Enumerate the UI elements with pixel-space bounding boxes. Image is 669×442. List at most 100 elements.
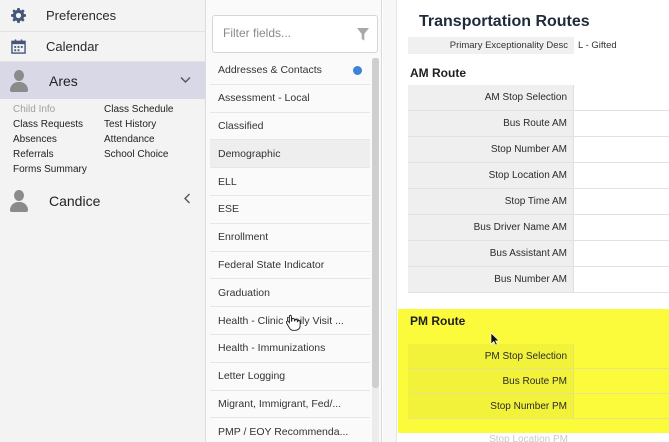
filter-box: [212, 15, 378, 53]
panel-collapse-gutter[interactable]: [383, 0, 397, 442]
field-value: [574, 111, 669, 136]
field-value: [574, 215, 669, 240]
field-category-label: Demographic: [218, 147, 281, 160]
field-value: [574, 137, 669, 162]
field-label: Bus Route AM: [408, 111, 574, 136]
link-class-requests[interactable]: Class Requests: [13, 119, 104, 130]
field-category-list: Addresses & Contacts Assessment - Local Cl…: [210, 57, 370, 442]
am-route-heading: AM Route: [410, 66, 466, 80]
nav-preferences-label: Preferences: [46, 8, 117, 23]
field-category-item[interactable]: Demographic: [210, 140, 370, 169]
field-category-item[interactable]: Addresses & Contacts: [210, 57, 370, 85]
field-value: [574, 241, 669, 266]
field-category-item[interactable]: Migrant, Immigrant, Fed/...: [210, 390, 370, 419]
field-label: Bus Driver Name AM: [408, 215, 574, 240]
route-field-row: PM Stop Selection: [408, 344, 669, 369]
filter-fields-input[interactable]: [223, 26, 343, 40]
route-field-row: Stop Location AM: [408, 163, 669, 189]
field-category-item[interactable]: Letter Logging: [210, 362, 370, 391]
chevron-down-icon[interactable]: [180, 72, 191, 87]
field-value: L - Gifted: [578, 40, 617, 51]
field-category-item[interactable]: ELL: [210, 168, 370, 196]
avatar: [9, 189, 29, 213]
status-dot-icon: [353, 66, 362, 75]
route-field-row: Stop Number PM: [408, 394, 669, 419]
field-label: Stop Time AM: [408, 189, 574, 214]
route-field-row: Bus Route AM: [408, 111, 669, 137]
pm-route-highlight: PM Route PM Stop Selection Bus Route PM St…: [398, 309, 669, 433]
page-title: Transportation Routes: [419, 13, 590, 30]
field-category-label: Migrant, Immigrant, Fed/...: [218, 397, 342, 410]
route-field-row: Stop Number AM: [408, 137, 669, 163]
field-category-item[interactable]: ESE: [210, 195, 370, 224]
field-category-panel: Addresses & Contacts Assessment - Local Cl…: [206, 0, 382, 442]
nav-calendar-label: Calendar: [46, 39, 99, 54]
am-route-table: AM Stop Selection Bus Route AM Stop Number…: [408, 85, 669, 293]
field-label: Stop Location PM: [489, 434, 568, 442]
field-category-label: Enrollment: [218, 231, 269, 244]
filter-funnel-icon[interactable]: [357, 28, 369, 41]
pm-route-heading: PM Route: [410, 314, 466, 328]
field-value: [574, 369, 669, 393]
field-label: Stop Number AM: [408, 137, 574, 162]
field-label: Stop Location AM: [408, 163, 574, 188]
route-field-row: Bus Driver Name AM: [408, 215, 669, 241]
field-value: [574, 189, 669, 214]
field-category-label: Graduation: [218, 286, 270, 299]
link-school-choice[interactable]: School Choice: [104, 149, 204, 160]
arrow-cursor-icon: [490, 332, 500, 346]
field-label: Bus Assistant AM: [408, 241, 574, 266]
route-field-row: AM Stop Selection: [408, 85, 669, 111]
field-category-item[interactable]: PMP / EOY Recommenda...: [210, 418, 370, 442]
student-sidebar: Preferences Calendar Ares Child Info Cla…: [0, 0, 206, 442]
field-category-label: ELL: [218, 175, 237, 188]
nav-calendar[interactable]: Calendar: [0, 31, 205, 62]
field-category-item[interactable]: Enrollment: [210, 223, 370, 252]
link-test-history[interactable]: Test History: [104, 119, 204, 130]
link-absences[interactable]: Absences: [13, 134, 104, 145]
link-child-info[interactable]: Child Info: [13, 104, 104, 115]
field-label: Stop Number PM: [408, 394, 574, 418]
field-category-item[interactable]: Assessment - Local: [210, 84, 370, 113]
field-value: [574, 267, 669, 292]
student-name: Ares: [49, 72, 78, 89]
field-label: AM Stop Selection: [408, 85, 574, 110]
field-category-item[interactable]: Federal State Indicator: [210, 251, 370, 280]
pm-cutoff-row: Stop Location PM: [408, 433, 574, 442]
field-label: Bus Route PM: [408, 369, 574, 393]
student-ares[interactable]: Ares: [0, 62, 205, 99]
field-category-label: Assessment - Local: [218, 92, 310, 105]
route-field-row: Bus Number AM: [408, 267, 669, 293]
field-list-scrollbar[interactable]: [372, 58, 379, 442]
field-category-label: Federal State Indicator: [218, 258, 325, 271]
field-category-item[interactable]: Graduation: [210, 279, 370, 308]
student-sub-links: Child Info Class Schedule Class Requests…: [0, 99, 205, 182]
route-field-row: Bus Assistant AM: [408, 241, 669, 267]
scrollbar-thumb[interactable]: [372, 58, 379, 388]
hand-cursor-icon: [285, 314, 301, 331]
gear-icon: [10, 8, 26, 24]
field-category-label: ESE: [218, 203, 240, 216]
calendar-icon: [10, 39, 26, 55]
field-category-item[interactable]: Classified: [210, 112, 370, 141]
field-value: [574, 394, 669, 418]
field-category-label: Health - Clinic Daily Visit ...: [218, 314, 344, 327]
nav-preferences[interactable]: Preferences: [0, 0, 205, 31]
field-value: [574, 85, 669, 110]
link-referrals[interactable]: Referrals: [13, 149, 104, 160]
pm-route-table: PM Stop Selection Bus Route PM Stop Number…: [408, 344, 669, 419]
route-field-row: Bus Route PM: [408, 369, 669, 394]
field-value: [574, 163, 669, 188]
field-category-label: Classified: [218, 119, 264, 132]
field-label: Bus Number AM: [408, 267, 574, 292]
field-category-item[interactable]: Health - Immunizations: [210, 334, 370, 363]
field-label: Primary Exceptionality Desc: [408, 37, 574, 54]
student-candice[interactable]: Candice: [0, 182, 205, 219]
field-value: [574, 344, 669, 368]
link-class-schedule[interactable]: Class Schedule: [104, 104, 204, 115]
link-attendance[interactable]: Attendance: [104, 134, 204, 145]
link-forms-summary[interactable]: Forms Summary: [13, 164, 104, 175]
route-field-row: Stop Time AM: [408, 189, 669, 215]
student-name: Candice: [49, 192, 101, 209]
chevron-left-icon[interactable]: [183, 192, 191, 207]
